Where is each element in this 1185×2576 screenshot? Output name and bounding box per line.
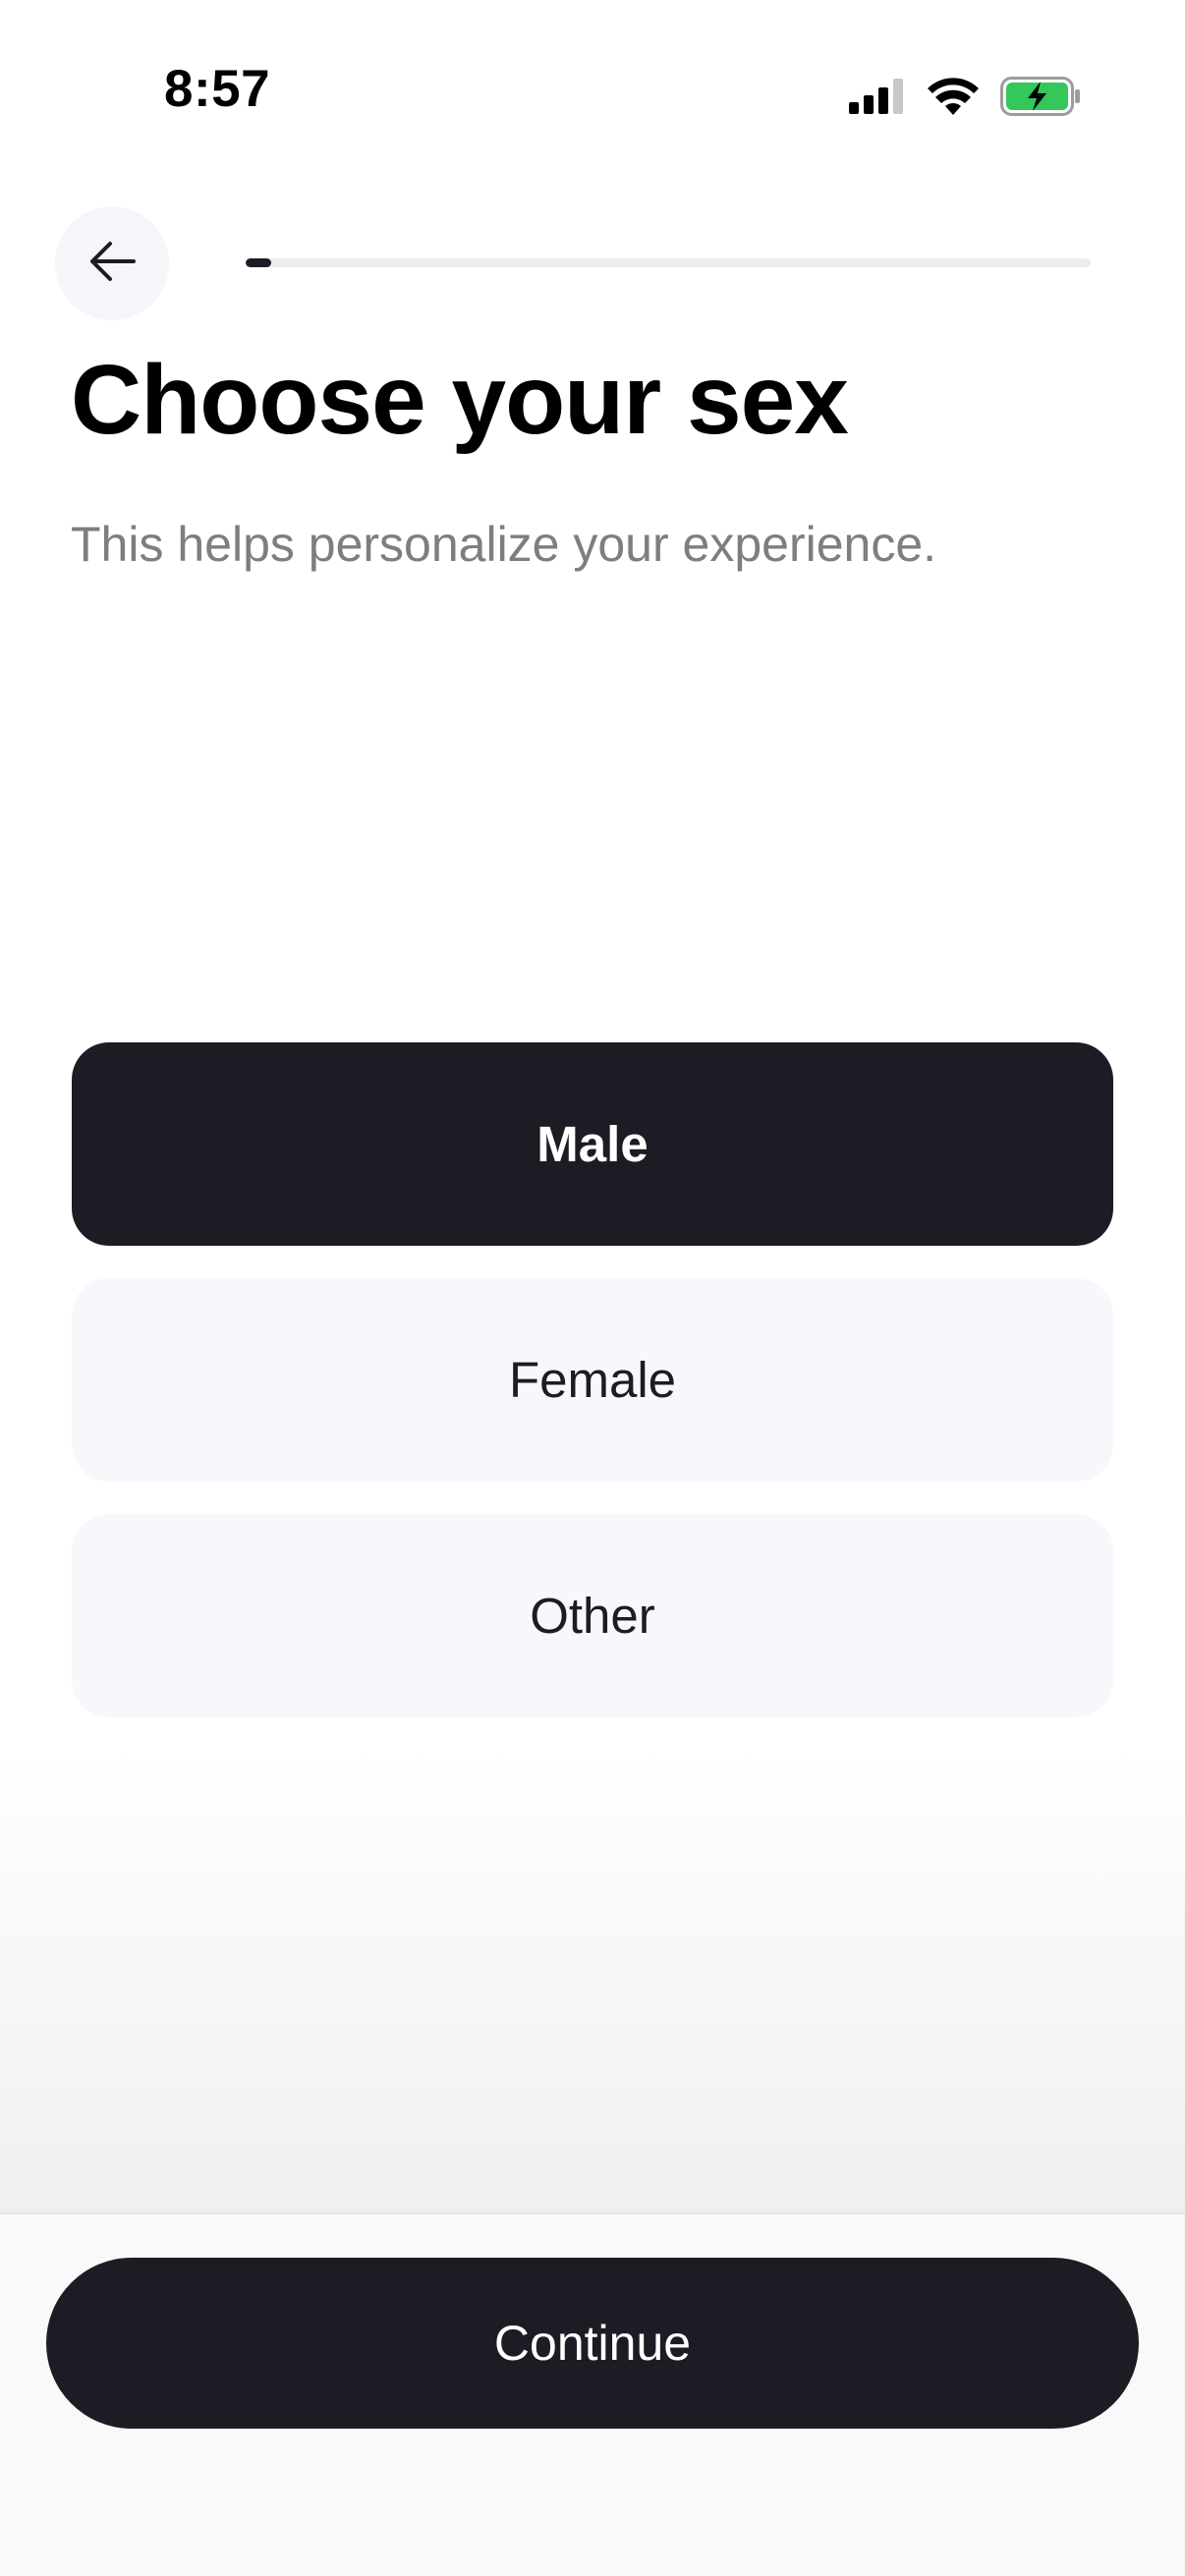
option-label: Other bbox=[530, 1588, 655, 1644]
wifi-icon bbox=[928, 78, 979, 115]
bottom-fade bbox=[0, 1749, 1185, 2212]
progress-bar bbox=[246, 258, 1091, 267]
continue-button[interactable]: Continue bbox=[46, 2258, 1139, 2429]
option-label: Female bbox=[508, 1352, 677, 1408]
progress-fill bbox=[246, 258, 271, 267]
page-subtitle: This helps personalize your experience. bbox=[71, 517, 937, 572]
option-female[interactable]: Female bbox=[72, 1278, 1113, 1482]
battery-charging-icon bbox=[1000, 77, 1081, 116]
page-title: Choose your sex bbox=[71, 345, 849, 455]
continue-label: Continue bbox=[493, 2316, 692, 2371]
option-label: Male bbox=[536, 1116, 649, 1172]
option-male[interactable]: Male bbox=[72, 1042, 1113, 1246]
sex-selection-screen: 8:57 Choose your sex This helps personal… bbox=[0, 0, 1185, 2576]
back-button[interactable] bbox=[55, 206, 169, 320]
arrow-left-icon bbox=[86, 240, 138, 288]
status-time: 8:57 bbox=[164, 60, 271, 118]
option-other[interactable]: Other bbox=[72, 1514, 1113, 1717]
status-bar: 8:57 bbox=[0, 0, 1185, 147]
sex-options-list: Male Female Other bbox=[72, 1042, 1113, 1750]
status-icons bbox=[849, 73, 1081, 120]
cellular-signal-icon bbox=[849, 79, 906, 114]
